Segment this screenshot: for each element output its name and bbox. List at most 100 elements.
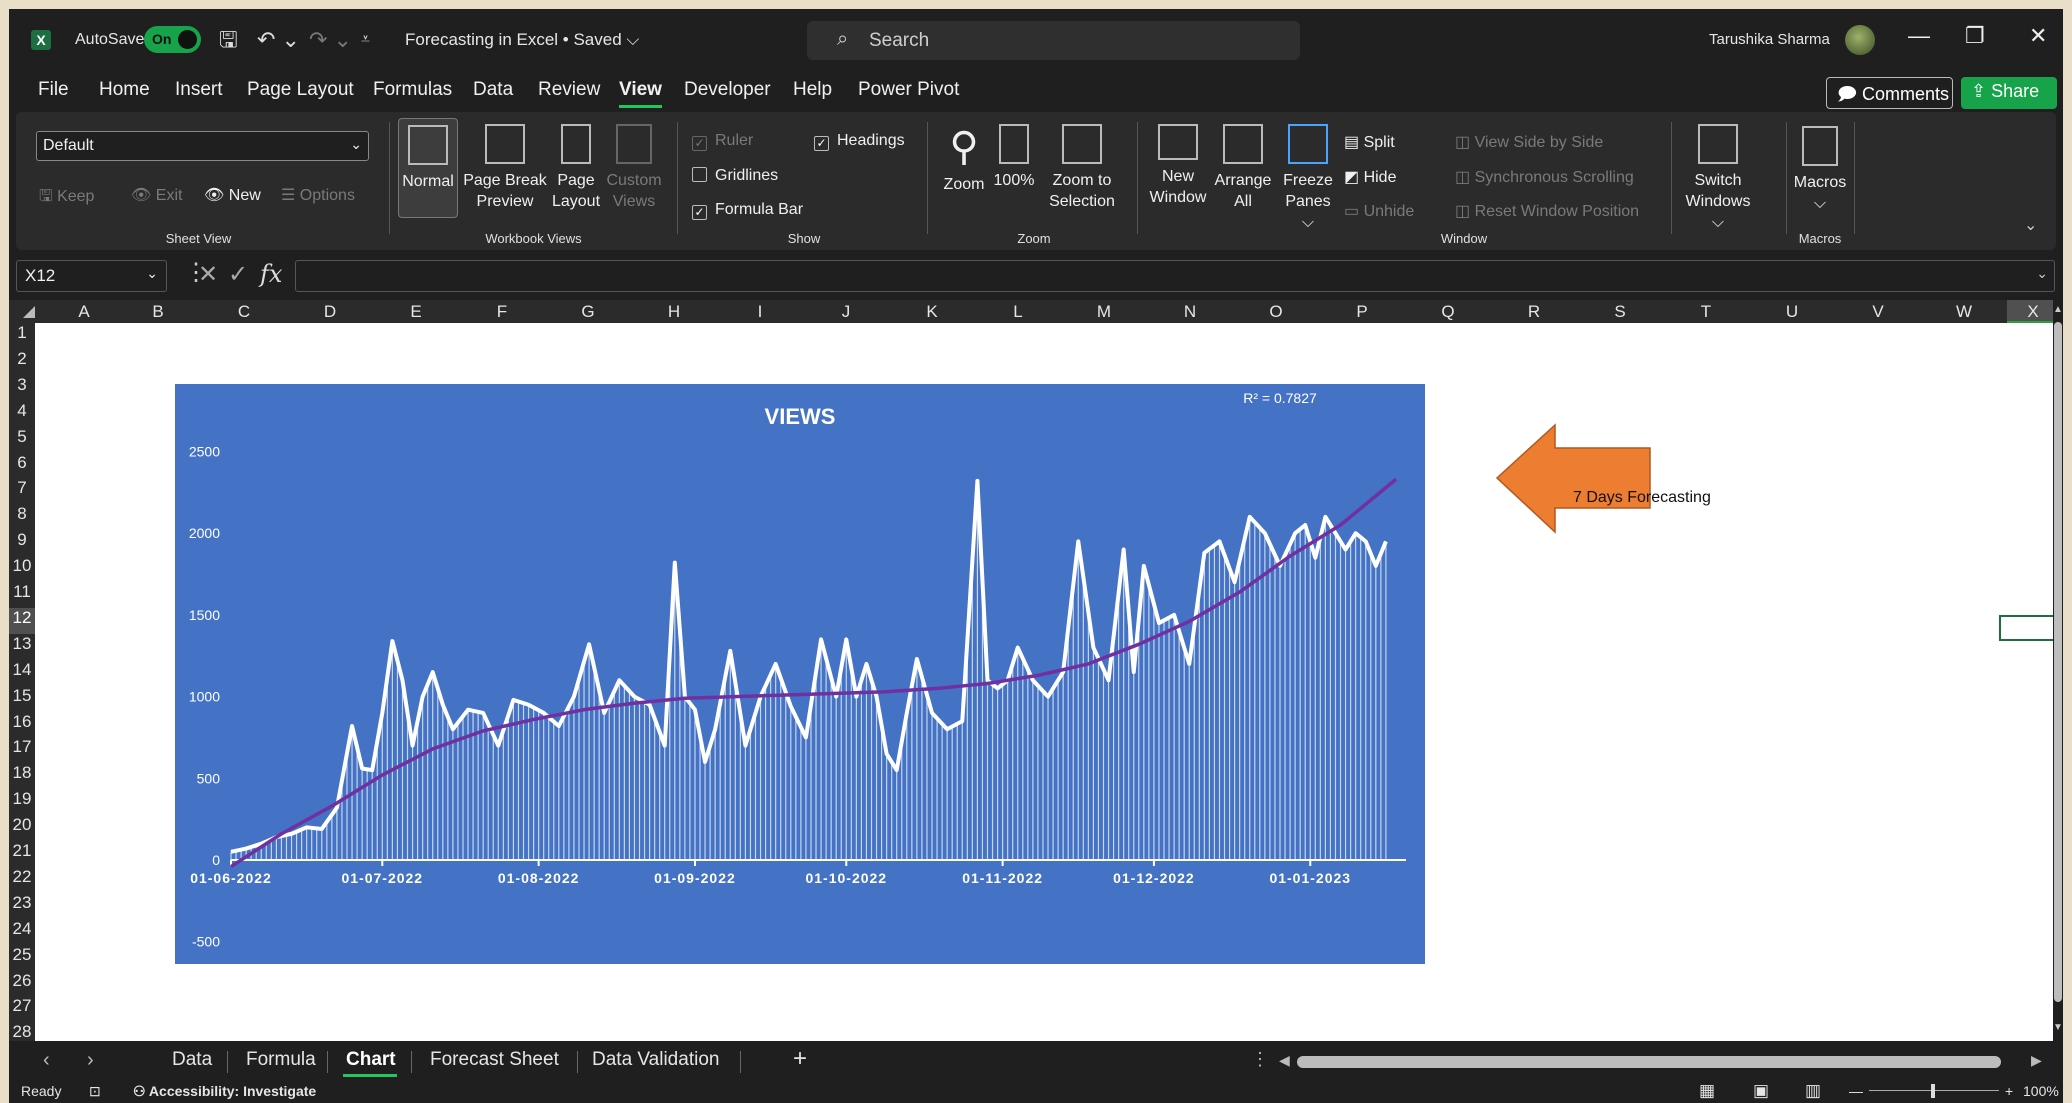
tab-page-layout[interactable]: Page Layout xyxy=(247,79,354,105)
row-header-27[interactable]: 27 xyxy=(9,996,35,1022)
row-header-28[interactable]: 28 xyxy=(9,1022,35,1041)
accessibility-status[interactable]: ⚇ Accessibility: Investigate xyxy=(133,1083,316,1100)
sheet-tab-formula[interactable]: Formula xyxy=(246,1049,316,1071)
row-header-5[interactable]: 5 xyxy=(9,427,35,453)
tab-insert[interactable]: Insert xyxy=(175,79,223,105)
arrange-all-button[interactable]: Arrange All xyxy=(1210,124,1276,212)
zoom-100-button[interactable]: 100% xyxy=(990,124,1038,191)
column-header-p[interactable]: P xyxy=(1319,302,1405,322)
column-header-s[interactable]: S xyxy=(1577,302,1663,322)
zoom-slider-thumb[interactable] xyxy=(1931,1084,1935,1098)
tab-file[interactable]: File xyxy=(38,79,69,105)
row-header-6[interactable]: 6 xyxy=(9,453,35,479)
zoom-button[interactable]: ⚲ Zoom xyxy=(940,124,988,195)
sheet-tab-chart[interactable]: Chart xyxy=(346,1049,396,1071)
avatar[interactable] xyxy=(1845,25,1875,55)
row-header-12[interactable]: 12 xyxy=(9,608,35,634)
zoom-in-icon[interactable]: + xyxy=(2005,1083,2013,1099)
insert-function-icon[interactable]: fx xyxy=(260,260,282,288)
column-header-h[interactable]: H xyxy=(631,302,717,322)
row-header-19[interactable]: 19 xyxy=(9,789,35,815)
select-all-icon[interactable] xyxy=(23,306,35,318)
document-title[interactable]: Forecasting in Excel • Saved ⌵ xyxy=(405,30,639,50)
column-header-c[interactable]: C xyxy=(201,302,287,322)
page-break-view-icon[interactable]: ▥ xyxy=(1805,1081,1821,1101)
expand-formula-icon[interactable]: ⌄ xyxy=(2036,265,2048,282)
tabs-more-icon[interactable]: ⋮ xyxy=(1251,1049,1269,1070)
row-header-1[interactable]: 1 xyxy=(9,323,35,349)
row-header-13[interactable]: 13 xyxy=(9,634,35,660)
column-header-q[interactable]: Q xyxy=(1405,302,1491,322)
formula-input[interactable]: ⌄ xyxy=(295,260,2055,292)
cancel-icon[interactable]: ✕ xyxy=(198,260,218,289)
column-header-d[interactable]: D xyxy=(287,302,373,322)
new-view-button[interactable]: 👁 New xyxy=(204,185,261,205)
headings-checkbox[interactable]: ✓ Headings xyxy=(814,132,905,151)
zoom-to-selection-button[interactable]: Zoom to Selection xyxy=(1042,124,1122,212)
options-button[interactable]: ☰ Options xyxy=(281,185,355,205)
column-header-x[interactable]: X xyxy=(2007,300,2059,323)
collapse-ribbon-icon[interactable]: ⌄ xyxy=(2024,215,2037,235)
tab-home[interactable]: Home xyxy=(99,79,150,105)
scroll-up-icon[interactable]: ▲ xyxy=(2053,304,2063,315)
macros-button[interactable]: Macros ⌵ xyxy=(1790,126,1850,214)
synchronous-scrolling-button[interactable]: ◫ Synchronous Scrolling xyxy=(1455,167,1634,187)
column-header-b[interactable]: B xyxy=(115,302,201,322)
keep-button[interactable]: 🖫 Keep xyxy=(39,185,94,212)
forecast-arrow[interactable] xyxy=(1495,423,1651,534)
sheet-tab-forecast-sheet[interactable]: Forecast Sheet xyxy=(430,1049,559,1071)
row-header-26[interactable]: 26 xyxy=(9,971,35,997)
macro-record-icon[interactable]: ⊡ xyxy=(89,1083,101,1100)
row-header-14[interactable]: 14 xyxy=(9,660,35,686)
row-header-21[interactable]: 21 xyxy=(9,841,35,867)
column-header-k[interactable]: K xyxy=(889,302,975,322)
autosave-toggle[interactable]: On xyxy=(144,26,201,53)
minimize-icon[interactable]: — xyxy=(1908,23,1930,49)
add-sheet-button[interactable]: + xyxy=(793,1045,807,1073)
scroll-down-icon[interactable]: ▼ xyxy=(2053,1022,2063,1033)
row-header-9[interactable]: 9 xyxy=(9,530,35,556)
page-layout-button[interactable]: Page Layout xyxy=(548,124,604,212)
scroll-right-icon[interactable]: ▶ xyxy=(2031,1052,2042,1069)
sheet-tab-data[interactable]: Data xyxy=(172,1049,212,1071)
undo-icon[interactable]: ↶ ⌄ xyxy=(257,27,300,53)
view-side-by-side-button[interactable]: ◫ View Side by Side xyxy=(1455,132,1603,152)
column-header-m[interactable]: M xyxy=(1061,302,1147,322)
split-button[interactable]: ▤ Split xyxy=(1344,132,1395,152)
page-break-preview-button[interactable]: Page Break Preview xyxy=(462,124,548,212)
close-icon[interactable]: ✕ xyxy=(2029,23,2047,49)
switch-windows-button[interactable]: Switch Windows ⌵ xyxy=(1678,124,1758,233)
row-header-24[interactable]: 24 xyxy=(9,919,35,945)
tab-power-pivot[interactable]: Power Pivot xyxy=(858,79,959,105)
column-header-n[interactable]: N xyxy=(1147,302,1233,322)
row-header-23[interactable]: 23 xyxy=(9,893,35,919)
formula-bar-checkbox[interactable]: ✓ Formula Bar xyxy=(692,201,803,220)
tab-formulas[interactable]: Formulas xyxy=(373,79,452,105)
column-header-i[interactable]: I xyxy=(717,302,803,322)
exit-button[interactable]: 👁 Exit xyxy=(131,185,182,205)
worksheet[interactable]: 2500 2000 1500 1000 500 0 -500 01-06-2022 01-07-… xyxy=(35,323,2053,1041)
search-box[interactable]: ⌕ Search xyxy=(807,21,1300,60)
row-header-22[interactable]: 22 xyxy=(9,867,35,893)
restore-icon[interactable]: ❐ xyxy=(1965,23,1985,49)
redo-icon[interactable]: ↷ ⌄ xyxy=(309,27,352,53)
tab-developer[interactable]: Developer xyxy=(684,79,771,105)
save-icon[interactable]: 🖫 xyxy=(219,27,238,53)
column-header-a[interactable]: A xyxy=(53,302,115,322)
prev-sheet-icon[interactable]: ‹ xyxy=(43,1049,50,1072)
column-header-f[interactable]: F xyxy=(459,302,545,322)
ruler-checkbox[interactable]: ✓ Ruler xyxy=(692,132,753,151)
name-box[interactable]: X12 ⌄ xyxy=(16,260,167,292)
customize-toolbar-icon[interactable]: ⩡ xyxy=(361,27,370,53)
row-header-20[interactable]: 20 xyxy=(9,815,35,841)
normal-view-icon[interactable]: ▦ xyxy=(1699,1081,1715,1101)
row-header-11[interactable]: 11 xyxy=(9,582,35,608)
column-header-e[interactable]: E xyxy=(373,302,459,322)
column-header-u[interactable]: U xyxy=(1749,302,1835,322)
tab-help[interactable]: Help xyxy=(793,79,832,105)
sheet-tab-data-validation[interactable]: Data Validation xyxy=(592,1049,719,1071)
new-window-button[interactable]: New Window xyxy=(1148,124,1208,208)
row-header-2[interactable]: 2 xyxy=(9,349,35,375)
column-header-l[interactable]: L xyxy=(975,302,1061,322)
column-header-g[interactable]: G xyxy=(545,302,631,322)
